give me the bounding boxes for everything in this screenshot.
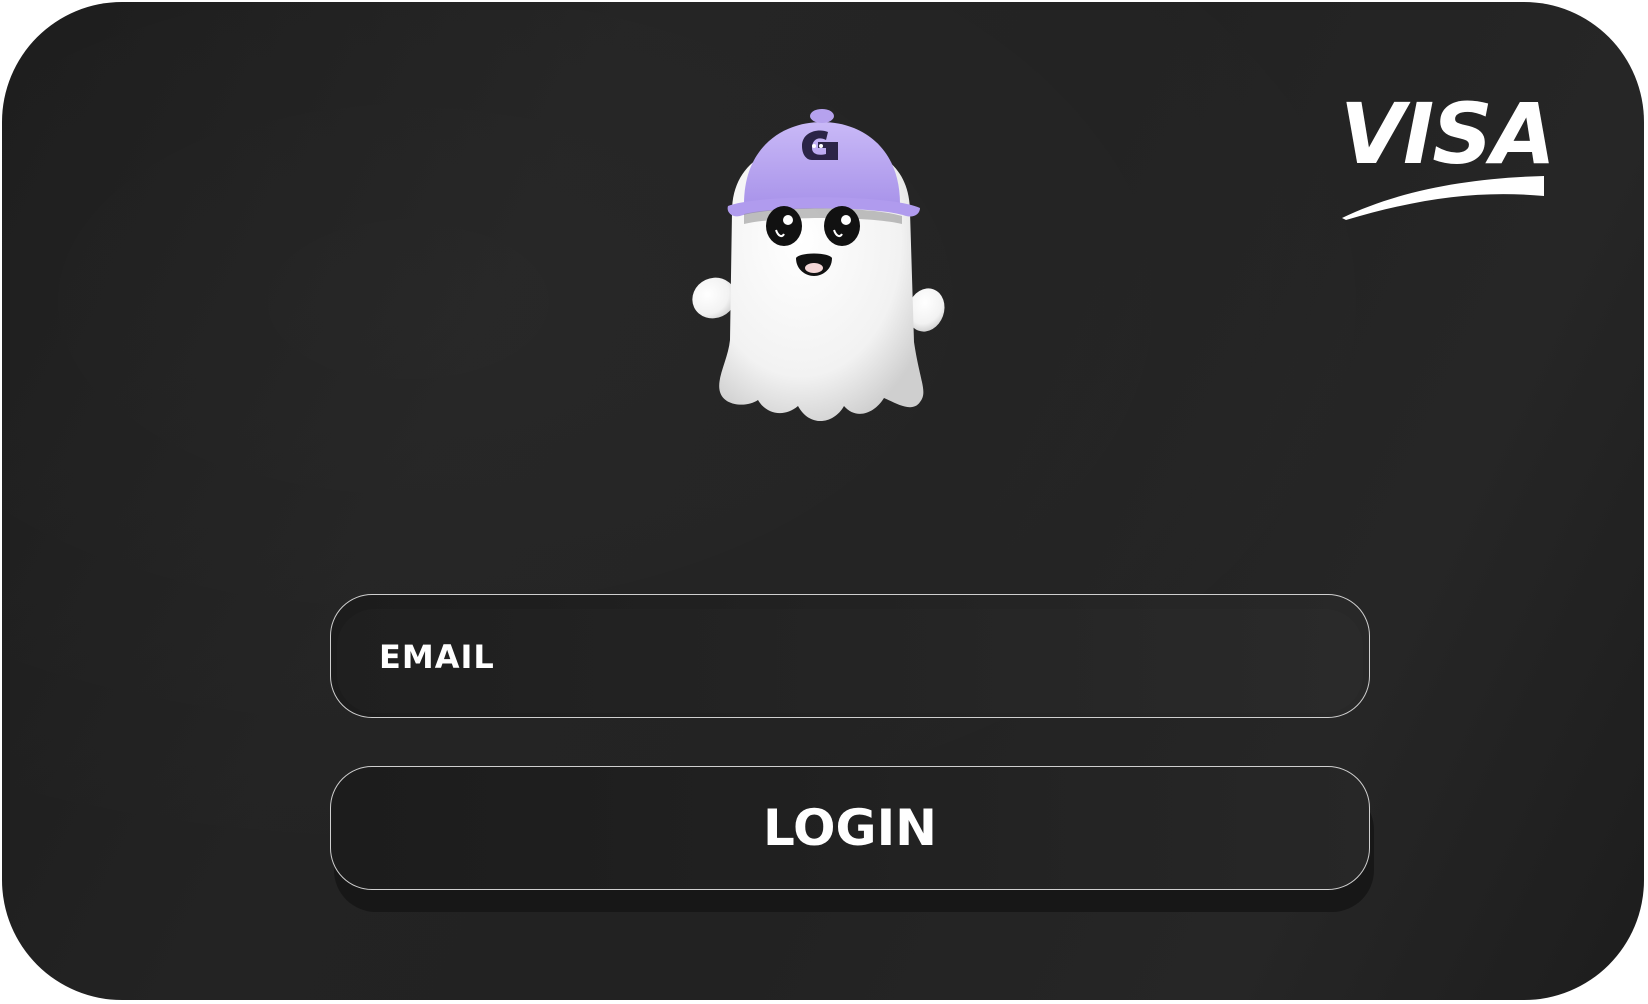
ghost-mascot-icon xyxy=(692,109,945,422)
visa-wordmark: VISA xyxy=(1340,85,1556,183)
visa-logo: VISA xyxy=(1340,85,1556,220)
visa-swoosh-icon xyxy=(1342,176,1544,220)
login-button[interactable]: LOGIN xyxy=(330,766,1370,890)
email-field[interactable]: EMAIL xyxy=(330,594,1370,721)
email-label: EMAIL xyxy=(379,638,495,676)
email-input[interactable] xyxy=(501,595,1325,721)
login-card: VISA EMAIL LOGIN xyxy=(2,2,1644,1000)
